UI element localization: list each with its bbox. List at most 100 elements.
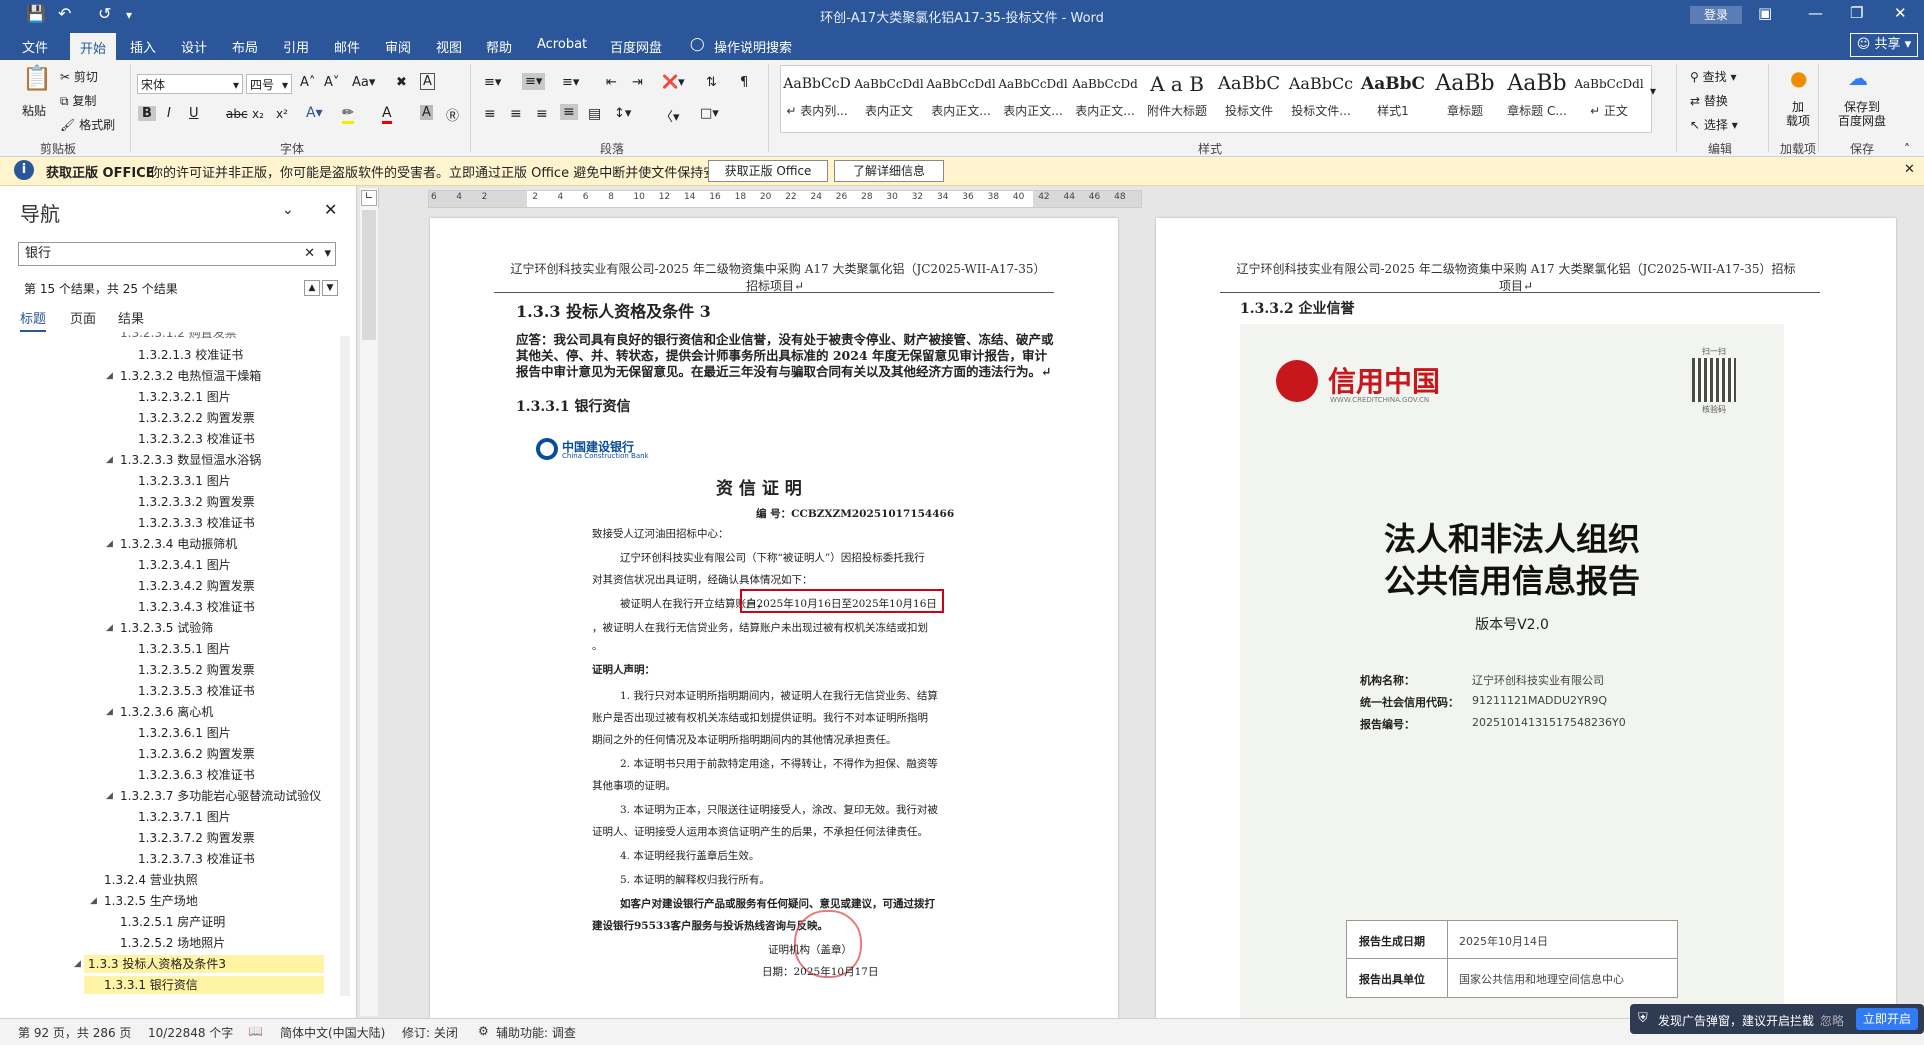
nav-heading-item[interactable]: 1.3.2.1.3 校准证书	[138, 346, 243, 364]
nav-heading-item[interactable]: 1.3.2.3.7.2 购置发票	[138, 829, 255, 847]
tab-review[interactable]: 审阅	[385, 37, 411, 56]
italic-button[interactable]: I	[167, 106, 171, 121]
nav-heading-item[interactable]: 1.3.2.5.2 场地照片	[120, 934, 225, 952]
bullets-icon[interactable]: ≡▾	[484, 75, 501, 90]
line-spacing-icon[interactable]: ↕▾	[614, 106, 631, 121]
collapse-triangle-icon[interactable]: ◢	[106, 703, 113, 721]
clear-search-icon[interactable]: ✕	[304, 243, 315, 265]
cut-button[interactable]: ✂ 剪切	[60, 68, 98, 85]
borders-icon[interactable]: □▾	[700, 106, 719, 121]
select-button[interactable]: ↖ 选择 ▾	[1690, 116, 1738, 133]
char-border-icon[interactable]: A	[420, 73, 435, 90]
next-result-icon[interactable]: ▼	[322, 280, 338, 296]
decrease-indent-icon[interactable]: ⇤	[606, 75, 617, 90]
nav-heading-item[interactable]: 1.3.2.3.2.2 购置发票	[138, 409, 255, 427]
chevron-down-icon[interactable]: ▾	[324, 243, 331, 265]
minimize-button[interactable]: —	[1808, 4, 1823, 22]
clear-format-icon[interactable]: ✖	[396, 75, 407, 90]
prev-result-icon[interactable]: ▲	[304, 280, 320, 296]
nav-heading-item[interactable]: 1.3.2.3.2.3 校准证书	[138, 430, 255, 448]
increase-indent-icon[interactable]: ⇥	[632, 75, 643, 90]
align-right-icon[interactable]: ≡	[536, 106, 548, 122]
distributed-icon[interactable]: ▤	[588, 106, 601, 122]
proofing-icon[interactable]: 📖	[248, 1024, 263, 1038]
underline-button[interactable]: U	[189, 106, 199, 121]
style-item[interactable]: AaBb 章标题	[1429, 66, 1501, 130]
shading-icon[interactable]: 〈▾	[660, 106, 680, 125]
style-item[interactable]: AaBb 章标题 C...	[1501, 66, 1573, 130]
sort-icon[interactable]: ⇅	[706, 75, 717, 90]
nav-heading-item[interactable]: 1.3.2.3.5.1 图片	[138, 640, 231, 658]
style-item[interactable]: AaBbCcDd 表内正文...	[1069, 66, 1141, 130]
strikethrough-button[interactable]: abc	[226, 107, 248, 121]
addin-icon[interactable]: ●	[1790, 66, 1807, 90]
document-page-1[interactable]: 辽宁环创科技实业有限公司-2025 年二级物资集中采购 A17 大类聚氯化铝（J…	[430, 218, 1118, 1018]
subscript-button[interactable]: x₂	[252, 107, 264, 121]
tab-view[interactable]: 视图	[436, 37, 462, 56]
page-count[interactable]: 第 92 页，共 286 页	[18, 1024, 131, 1041]
tab-acrobat[interactable]: Acrobat	[537, 37, 587, 52]
chinese-layout-icon[interactable]: ❌▾	[662, 75, 685, 90]
save-to-baidu-button[interactable]: 保存到 百度网盘	[1838, 100, 1886, 128]
nav-heading-item[interactable]: 1.3.2.3.7.1 图片	[138, 808, 231, 826]
superscript-button[interactable]: x²	[276, 107, 288, 121]
restore-button[interactable]: ❐	[1850, 4, 1863, 22]
nav-heading-item[interactable]: 1.3.2.3.3.3 校准证书	[138, 514, 255, 532]
nav-heading-item[interactable]: 1.3.2.3.2.1 图片	[138, 388, 231, 406]
collapse-triangle-icon[interactable]: ◢	[106, 451, 113, 469]
collapse-ribbon-icon[interactable]: ˄	[1904, 142, 1910, 156]
copy-button[interactable]: ⧉ 复制	[60, 92, 96, 109]
baidu-netdisk-icon[interactable]: ☁	[1848, 66, 1868, 90]
word-count[interactable]: 10/22848 个字	[148, 1024, 233, 1041]
share-button[interactable]: ☺ 共享 ▾	[1850, 33, 1918, 57]
close-icon[interactable]: ✕	[1904, 162, 1915, 177]
ribbon-display-icon[interactable]: ▣	[1758, 4, 1772, 22]
collapse-triangle-icon[interactable]: ◢	[106, 619, 113, 637]
tab-design[interactable]: 设计	[181, 37, 207, 56]
get-genuine-button[interactable]: 获取正版 Office	[708, 160, 828, 182]
font-color-icon[interactable]: A	[382, 105, 392, 124]
nav-heading-item[interactable]: 1.3.2.3.6.3 校准证书	[138, 766, 255, 784]
show-marks-icon[interactable]: ¶	[740, 75, 748, 90]
addins-button[interactable]: 加 载项	[1786, 100, 1810, 128]
language[interactable]: 简体中文(中国大陆)	[280, 1024, 385, 1041]
nav-heading-item[interactable]: 1.3.2.3.3.2 购置发票	[138, 493, 255, 511]
style-item[interactable]: AaBbCcDdl 表内正文...	[997, 66, 1069, 130]
track-changes[interactable]: 修订: 关闭	[402, 1024, 458, 1041]
tab-mailings[interactable]: 邮件	[334, 37, 360, 56]
tab-baidu-netdisk[interactable]: 百度网盘	[610, 37, 662, 56]
justify-icon[interactable]: ≡	[560, 104, 578, 120]
nav-heading-item[interactable]: 1.3.3.1 银行资信	[84, 976, 324, 994]
text-effects-icon[interactable]: A▾	[306, 105, 323, 121]
style-item[interactable]: AaBbCc 投标文件...	[1285, 66, 1357, 130]
nav-heading-item[interactable]: 1.3.2.3.4.3 校准证书	[138, 598, 255, 616]
char-shading-icon[interactable]: A	[420, 105, 433, 120]
nav-heading-item[interactable]: 1.3.2.5.1 房产证明	[120, 913, 225, 931]
multilevel-list-icon[interactable]: ≡▾	[562, 75, 579, 90]
bold-button[interactable]: B	[138, 106, 156, 121]
nav-tab-headings[interactable]: 标题	[20, 308, 47, 332]
nav-tab-results[interactable]: 结果	[118, 308, 144, 327]
paste-button[interactable]: 粘贴	[22, 102, 46, 119]
font-name-combo[interactable]: 宋体 ▾	[137, 74, 243, 94]
tab-insert[interactable]: 插入	[130, 37, 156, 56]
style-item[interactable]: AaBbCcDdl 表内正文	[853, 66, 925, 130]
nav-heading-item[interactable]: ◢ 1.3.2.3.2 电热恒温干燥箱	[106, 367, 261, 385]
replace-button[interactable]: ⇄ 替换	[1690, 92, 1728, 109]
nav-heading-item[interactable]: ◢ 1.3.2.3.6 离心机	[106, 703, 213, 721]
accessibility-status[interactable]: 辅助功能: 调查	[496, 1024, 576, 1041]
nav-heading-item[interactable]: ◢ 1.3.2.3.4 电动振筛机	[106, 535, 237, 553]
collapse-triangle-icon[interactable]: ◢	[106, 367, 113, 385]
format-painter-button[interactable]: 🖌 格式刷	[60, 116, 115, 133]
highlight-icon[interactable]: ✏	[342, 105, 354, 124]
tab-references[interactable]: 引用	[283, 37, 309, 56]
nav-scrollbar[interactable]	[340, 336, 350, 996]
enclose-char-icon[interactable]: Ⓡ	[446, 105, 459, 124]
ignore-button[interactable]: 忽略	[1820, 1012, 1844, 1029]
nav-heading-item[interactable]: 1.3.2.3.7.3 校准证书	[138, 850, 255, 868]
horizontal-ruler[interactable]: 6 4 2 2 4 6 8 10 12 14 16 18 20 22 24 26 28 30 32 34 36 38 40 4…	[428, 190, 1142, 208]
nav-heading-item[interactable]: 1.3.2.3.3.1 图片	[138, 472, 231, 490]
login-button[interactable]: 登录	[1690, 6, 1742, 24]
nav-heading-item[interactable]: 1.3.2.3.5.3 校准证书	[138, 682, 255, 700]
nav-heading-item[interactable]: ◢ 1.3.2.3.5 试验筛	[106, 619, 213, 637]
